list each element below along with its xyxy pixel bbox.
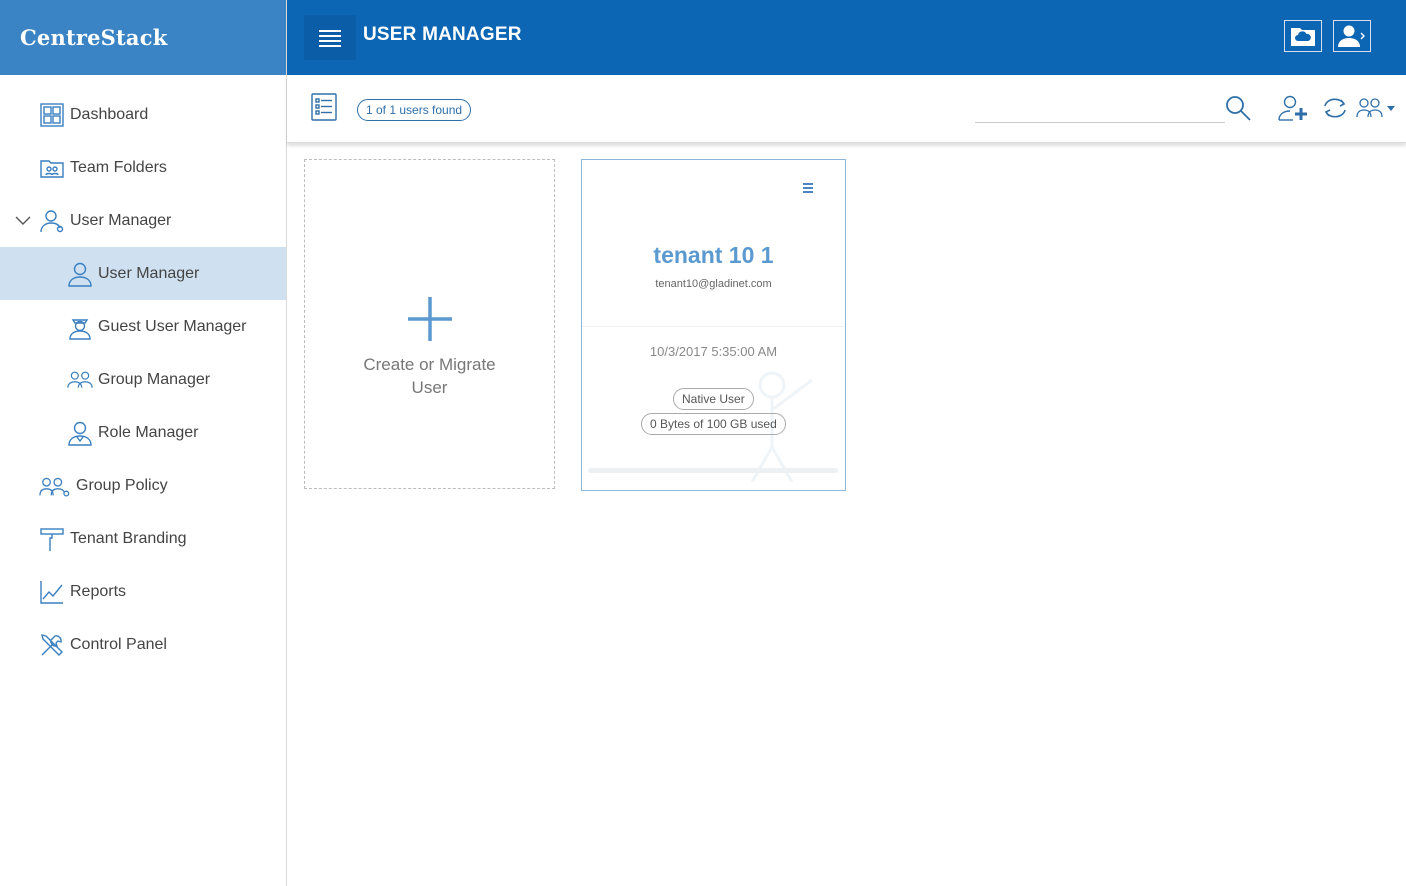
sidebar: CentreStack Dashboard Team Folders User …: [0, 0, 287, 886]
create-user-label: Create or Migrate User: [363, 355, 496, 397]
menu-icon: [319, 29, 341, 47]
card-divider: [582, 326, 845, 327]
group-icon: [66, 366, 94, 394]
sidebar-item-label: Group Policy: [76, 476, 168, 494]
sidebar-item-label: User Manager: [98, 264, 200, 282]
sidebar-item-group-manager[interactable]: Group Manager: [0, 353, 286, 406]
sidebar-item-group-policy[interactable]: Group Policy: [0, 459, 286, 512]
dashboard-icon: [38, 101, 66, 129]
team-folders-icon: [38, 154, 66, 182]
sync-icon: [1324, 98, 1346, 118]
sidebar-nav: Dashboard Team Folders User Manager User…: [0, 88, 286, 671]
search-icon: [1226, 96, 1251, 121]
add-user-button[interactable]: [1277, 93, 1311, 123]
group-dropdown-icon: [1356, 98, 1395, 118]
user-type-badge: Native User: [673, 388, 754, 410]
user-created-date: 10/3/2017 5:35:00 AM: [649, 344, 778, 359]
user-manager-icon: [38, 207, 66, 235]
storage-progress-bar: [588, 468, 838, 473]
menu-button[interactable]: [304, 15, 356, 60]
add-user-icon: [1278, 95, 1307, 121]
brand-logo[interactable]: CentreStack: [0, 0, 286, 75]
paint-roller-icon: [38, 525, 66, 553]
sidebar-item-label: Guest User Manager: [98, 317, 247, 335]
sidebar-item-label: Dashboard: [70, 105, 149, 123]
sidebar-item-label: Control Panel: [70, 635, 167, 653]
sidebar-item-reports[interactable]: Reports: [0, 565, 286, 618]
sidebar-item-control-panel[interactable]: Control Panel: [0, 618, 286, 671]
sidebar-item-label: Role Manager: [98, 423, 199, 441]
user-name[interactable]: tenant 10 1: [582, 242, 845, 269]
user-profile-icon: [1338, 25, 1365, 47]
user-email: tenant10@gladinet.com: [655, 278, 772, 290]
user-icon: [66, 260, 94, 288]
guest-user-icon: [66, 313, 94, 341]
search-input[interactable]: [975, 97, 1225, 123]
sidebar-item-label: Reports: [70, 582, 127, 600]
chart-icon: [38, 578, 66, 606]
top-header: USER MANAGER: [287, 0, 1406, 75]
sidebar-item-dashboard[interactable]: Dashboard: [0, 88, 286, 141]
sidebar-item-label: Group Manager: [98, 370, 211, 388]
sidebar-item-label: Tenant Branding: [70, 529, 187, 547]
toolbar: 1 of 1 users found: [287, 75, 1406, 143]
sidebar-item-tenant-branding[interactable]: Tenant Branding: [0, 512, 286, 565]
tools-icon: [38, 631, 66, 659]
storage-usage-badge: 0 Bytes of 100 GB used: [641, 413, 786, 435]
list-view-icon[interactable]: [311, 93, 337, 121]
sidebar-item-label: User Manager: [70, 211, 172, 229]
plus-icon: [407, 297, 452, 341]
page-title: USER MANAGER: [363, 24, 522, 45]
user-profile-button[interactable]: [1333, 20, 1371, 52]
create-user-card[interactable]: Create or Migrate User: [304, 159, 555, 489]
brand-name: CentreStack: [20, 25, 168, 50]
sidebar-item-team-folders[interactable]: Team Folders: [0, 141, 286, 194]
user-count-badge: 1 of 1 users found: [357, 99, 472, 121]
sidebar-item-label: Team Folders: [70, 158, 167, 176]
main-content: Create or Migrate User tenant 10 1 tenan…: [287, 144, 1406, 886]
sidebar-item-guest-user-manager[interactable]: Guest User Manager: [0, 300, 286, 353]
cloud-folder-button[interactable]: [1284, 20, 1322, 52]
user-card[interactable]: tenant 10 1 tenant10@gladinet.com 10/3/2…: [581, 159, 846, 491]
group-dropdown-button[interactable]: [1356, 95, 1398, 121]
card-menu-icon[interactable]: [801, 182, 815, 194]
sidebar-item-user-manager-group[interactable]: User Manager: [0, 194, 286, 247]
cloud-folder-icon: [1291, 28, 1315, 46]
search-button[interactable]: [1223, 93, 1253, 123]
chevron-down-icon[interactable]: [14, 211, 32, 229]
sidebar-item-role-manager[interactable]: Role Manager: [0, 406, 286, 459]
group-policy-icon: [38, 472, 72, 500]
sidebar-item-user-manager[interactable]: User Manager: [0, 247, 286, 300]
sync-button[interactable]: [1320, 94, 1350, 122]
role-icon: [66, 419, 94, 447]
